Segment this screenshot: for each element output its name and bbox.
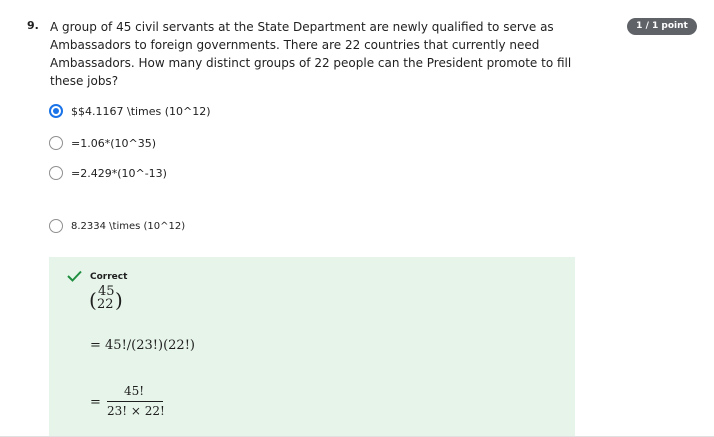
- fraction-numerator: 45!: [124, 384, 145, 398]
- option-1-radio[interactable]: [49, 104, 63, 118]
- question-number: 9.: [27, 19, 39, 32]
- question-text: A group of 45 civil servants at the Stat…: [50, 20, 572, 88]
- binom-bottom: 22: [97, 297, 114, 312]
- binom-close-paren: ): [115, 288, 123, 312]
- option-4-label: 8.2334 \times (10^12): [71, 220, 186, 232]
- binom-open-paren: (: [89, 288, 97, 312]
- points-badge: 1 / 1 point: [627, 18, 697, 35]
- option-4-radio[interactable]: [49, 219, 63, 233]
- fraction-bar: [107, 401, 163, 402]
- solution-step-2-equals: =: [90, 395, 101, 410]
- option-1[interactable]: $$4.1167 \times (10^12): [49, 104, 211, 118]
- option-4[interactable]: 8.2334 \times (10^12): [49, 219, 185, 233]
- option-2-radio[interactable]: [49, 136, 63, 150]
- option-2[interactable]: =1.06*(10^35): [49, 136, 156, 150]
- option-3[interactable]: =2.429*(10^-13): [49, 166, 167, 180]
- option-3-radio[interactable]: [49, 166, 63, 180]
- solution-step-1: = 45!/(23!)(22!): [90, 338, 195, 353]
- feedback-status: Correct: [90, 272, 128, 282]
- check-icon: [67, 270, 82, 282]
- fraction-denominator: 23! × 22!: [107, 404, 165, 418]
- option-1-label: $$4.1167 \times (10^12): [71, 104, 211, 118]
- option-2-label: =1.06*(10^35): [71, 136, 157, 150]
- option-3-label: =2.429*(10^-13): [71, 166, 167, 180]
